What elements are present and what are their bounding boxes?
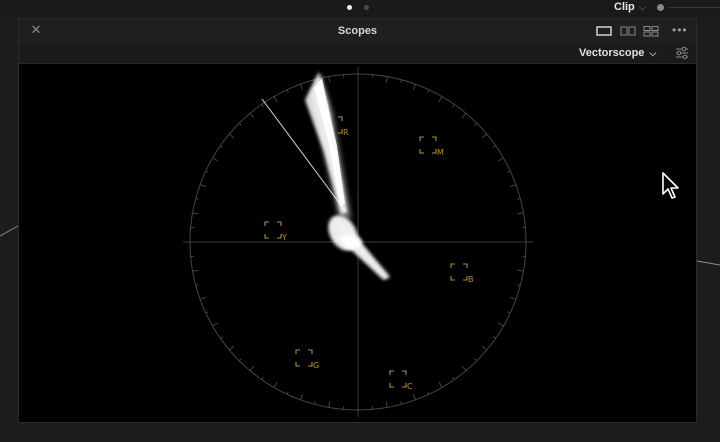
graticule-tick xyxy=(212,157,218,162)
graticule-tick xyxy=(510,184,517,188)
target-label: M xyxy=(437,148,444,157)
target-b: B xyxy=(450,263,474,284)
graticule-tick xyxy=(199,296,206,300)
target-box xyxy=(389,370,407,388)
graticule-tick xyxy=(273,382,278,388)
graticule-tick xyxy=(498,322,504,327)
graticule-tick xyxy=(498,157,504,162)
scopes-panel-header: ✕ Scopes ••• xyxy=(19,19,696,44)
graticule-tick xyxy=(273,96,278,102)
sliders-icon[interactable] xyxy=(675,46,689,60)
graticule-tick xyxy=(192,212,199,215)
graticule-tick xyxy=(328,401,331,408)
dual-view-icon[interactable] xyxy=(619,24,637,38)
graticule-tick xyxy=(517,212,524,215)
target-y: Y xyxy=(264,221,287,242)
target-label: G xyxy=(313,361,319,370)
top-bar: Clip ⌵ xyxy=(0,0,720,16)
background-curve-left xyxy=(0,225,19,237)
chevron-down-icon: ⌵ xyxy=(649,48,657,58)
target-label: C xyxy=(407,382,413,391)
graticule-tick xyxy=(510,296,517,300)
graticule-tick xyxy=(192,269,199,272)
graticule-tick xyxy=(461,365,467,372)
target-m: M xyxy=(419,136,444,157)
background-curve-right xyxy=(696,260,720,266)
target-box xyxy=(264,221,282,239)
target-c: C xyxy=(389,370,413,391)
graticule-tick xyxy=(385,76,388,83)
single-view-icon[interactable] xyxy=(595,24,613,38)
graticule-tick xyxy=(461,112,467,119)
graticule-tick xyxy=(481,133,488,139)
graticule-tick xyxy=(438,382,443,388)
target-box xyxy=(419,136,437,154)
vectorscope-display[interactable]: R M B C G Y xyxy=(19,64,696,422)
quad-view-icon[interactable] xyxy=(642,24,660,38)
graticule-tick xyxy=(212,322,218,327)
graticule-tick xyxy=(517,269,524,272)
page-indicator-dot-active[interactable] xyxy=(347,5,352,10)
graticule-tick xyxy=(412,394,416,401)
graticule-tick xyxy=(300,394,304,401)
vectorscope-trace xyxy=(305,72,390,280)
scope-type-label: Vectorscope xyxy=(579,47,645,59)
target-box xyxy=(450,263,468,281)
graticule-tick xyxy=(300,83,304,90)
target-box xyxy=(295,349,313,367)
more-options-icon[interactable]: ••• xyxy=(672,23,688,37)
target-label: B xyxy=(468,275,474,284)
chevron-down-icon[interactable]: ⌵ xyxy=(639,0,646,15)
graticule-tick xyxy=(385,401,388,408)
graticule-tick xyxy=(228,345,235,351)
vectorscope-graticule: R M B C G Y xyxy=(183,67,533,417)
clip-slider-handle[interactable] xyxy=(657,4,664,11)
scope-toolbar: Vectorscope ⌵ xyxy=(19,43,696,64)
target-label: Y xyxy=(281,233,287,242)
graticule-tick xyxy=(328,76,331,83)
target-label: R xyxy=(343,128,349,137)
scope-type-dropdown[interactable]: Vectorscope ⌵ xyxy=(579,43,656,63)
graticule-tick xyxy=(249,365,255,372)
page-indicator-dot[interactable] xyxy=(364,5,369,10)
graticule-tick xyxy=(249,112,255,119)
clip-slider-track[interactable] xyxy=(668,7,720,8)
graticule-tick xyxy=(438,96,443,102)
clip-menu-label[interactable]: Clip xyxy=(614,0,635,15)
mouse-cursor-icon xyxy=(662,172,679,199)
target-g: G xyxy=(295,349,319,370)
graticule-tick xyxy=(199,184,206,188)
scopes-panel: ✕ Scopes ••• Vectorscope ⌵ R M B C G Y xyxy=(18,18,697,423)
graticule-tick xyxy=(412,83,416,90)
graticule-tick xyxy=(228,133,235,139)
graticule-tick xyxy=(481,345,488,351)
